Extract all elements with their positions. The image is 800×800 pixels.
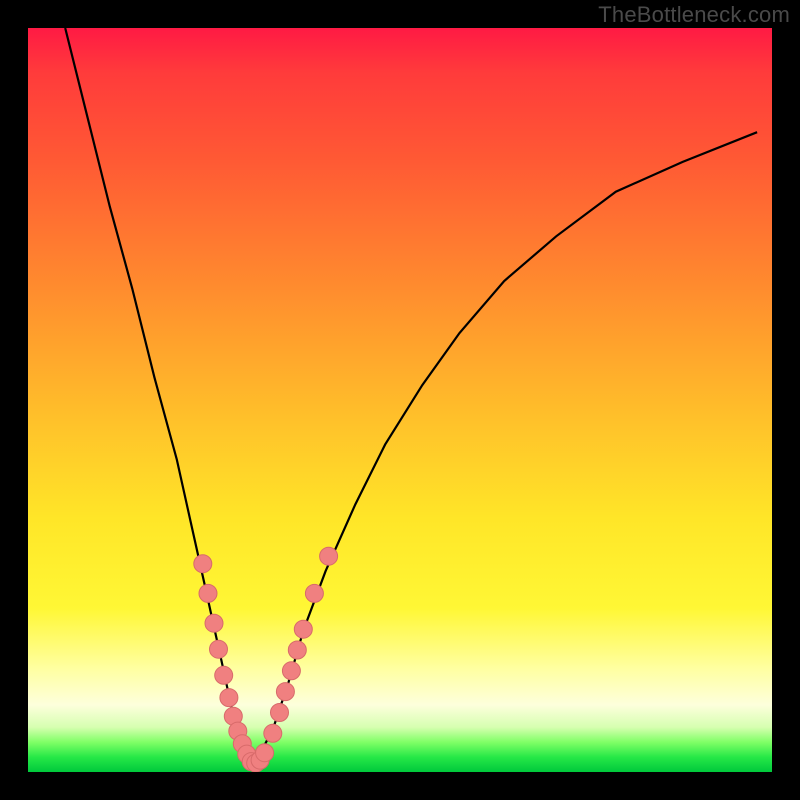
chart-frame: TheBottleneck.com (0, 0, 800, 800)
data-marker (288, 641, 306, 659)
watermark-text: TheBottleneck.com (598, 2, 790, 28)
data-marker (264, 724, 282, 742)
data-marker (194, 555, 212, 573)
chart-svg (28, 28, 772, 772)
bottleneck-curve (65, 28, 757, 765)
data-marker (205, 614, 223, 632)
data-marker (220, 689, 238, 707)
data-marker (294, 620, 312, 638)
data-marker (276, 683, 294, 701)
plot-area (28, 28, 772, 772)
data-marker (282, 662, 300, 680)
data-marker (210, 640, 228, 658)
data-marker (215, 666, 233, 684)
data-marker (256, 744, 274, 762)
data-marker (320, 547, 338, 565)
data-marker (305, 584, 323, 602)
marker-group (194, 547, 338, 772)
data-marker (271, 704, 289, 722)
data-marker (199, 584, 217, 602)
curve-line (65, 28, 757, 765)
